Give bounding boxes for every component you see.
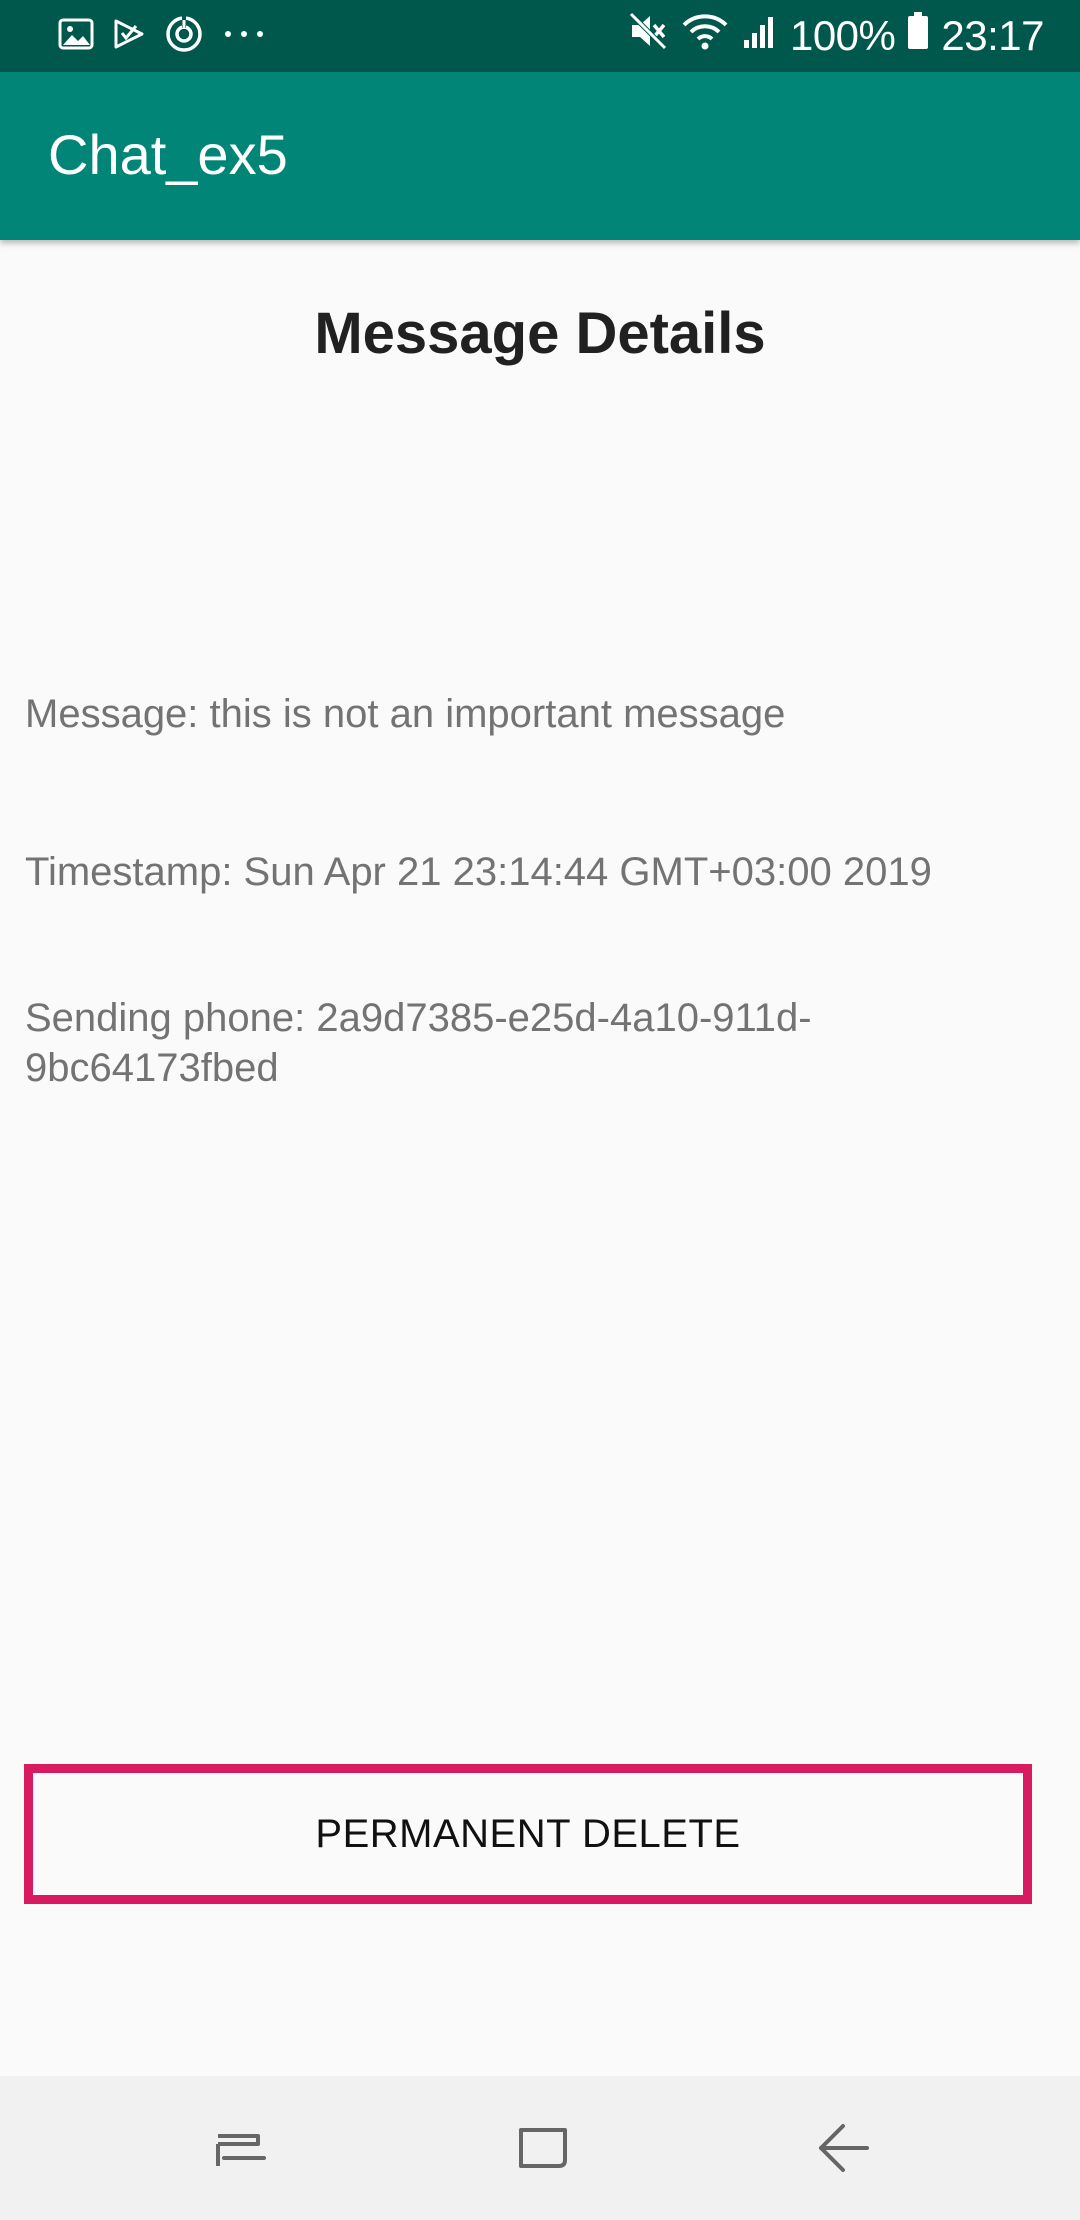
status-time: 23:17 — [941, 12, 1044, 59]
home-button[interactable] — [513, 2118, 573, 2178]
sync-icon — [164, 14, 204, 59]
back-icon — [815, 2124, 875, 2182]
mute-icon — [628, 11, 668, 61]
recent-apps-icon — [210, 2134, 270, 2182]
status-bar-notifications — [58, 14, 266, 58]
play-store-icon — [112, 17, 146, 56]
app-bar: Chat_ex5 — [0, 72, 1080, 240]
signal-icon — [742, 12, 778, 60]
battery-percent: 100% — [789, 12, 896, 59]
image-icon — [58, 18, 94, 55]
app-title: Chat_ex5 — [48, 123, 288, 186]
message-text: Message: this is not an important messag… — [25, 692, 786, 736]
home-icon — [513, 2128, 573, 2182]
status-bar: 100% 23:17 — [0, 0, 1080, 72]
back-button[interactable] — [815, 2118, 875, 2178]
battery-icon — [907, 12, 929, 60]
navigation-bar — [0, 2076, 1080, 2220]
sending-phone-text: Sending phone: 2a9d7385-e25d-4a10-911d-9… — [25, 996, 812, 1090]
recent-apps-button[interactable] — [210, 2118, 270, 2178]
permanent-delete-button[interactable]: PERMANENT DELETE — [24, 1764, 1032, 1904]
timestamp-text: Timestamp: Sun Apr 21 23:14:44 GMT+03:00… — [25, 850, 932, 894]
page-title: Message Details — [314, 301, 766, 366]
more-dots-icon — [222, 27, 266, 45]
status-bar-system: 100% 23:17 — [628, 10, 1044, 62]
wifi-icon — [680, 11, 730, 61]
